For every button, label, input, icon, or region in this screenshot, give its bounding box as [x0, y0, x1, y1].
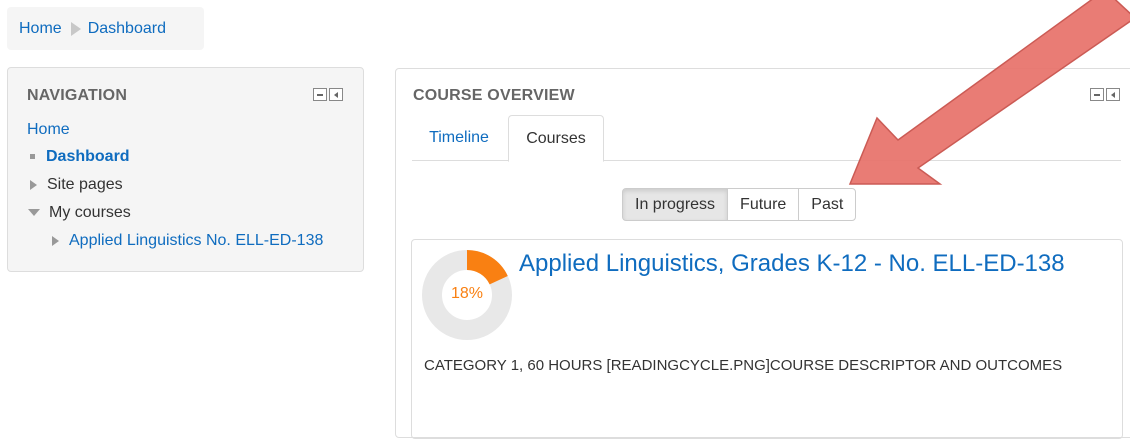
nav-item-site-pages[interactable]: Site pages [30, 176, 123, 194]
course-overview-block-controls [1090, 88, 1120, 101]
nav-home-link[interactable]: Home [27, 121, 70, 139]
tab-courses[interactable]: Courses [508, 115, 604, 162]
nav-item-label: My courses [49, 204, 131, 221]
dock-left-icon[interactable] [1106, 88, 1120, 101]
filter-in-progress-button[interactable]: In progress [622, 188, 729, 221]
progress-percentage: 18% [450, 285, 484, 302]
nav-item-label: Site pages [47, 176, 123, 193]
navigation-block-controls [313, 88, 343, 101]
filter-past-button[interactable]: Past [798, 188, 857, 221]
nav-item-dashboard[interactable]: Dashboard [30, 148, 130, 166]
nav-item-course[interactable]: Applied Linguistics No. ELL-ED-138 [52, 232, 323, 250]
collapse-down-icon [28, 209, 40, 217]
course-overview-tabs: Timeline Courses [412, 115, 1121, 162]
breadcrumb-dashboard-link[interactable]: Dashboard [88, 20, 166, 38]
expand-right-icon [30, 179, 37, 190]
expand-right-icon [52, 235, 59, 246]
nav-item-label: Applied Linguistics No. ELL-ED-138 [69, 232, 324, 249]
breadcrumb-separator-icon [70, 21, 81, 36]
dock-left-icon[interactable] [329, 88, 343, 101]
nav-item-my-courses[interactable]: My courses [28, 204, 131, 222]
course-summary: Category 1, 60 hours [readingcycle.png]C… [424, 357, 1063, 374]
minus-box-icon[interactable] [313, 88, 327, 101]
minus-box-icon[interactable] [1090, 88, 1104, 101]
course-overview-title: COURSE OVERVIEW [413, 87, 575, 104]
breadcrumb-home-link[interactable]: Home [19, 20, 62, 38]
filter-future-button[interactable]: Future [727, 188, 800, 221]
nav-item-label: Dashboard [46, 148, 130, 165]
navigation-title: NAVIGATION [27, 87, 128, 104]
course-filter-group: In progress Future Past [622, 188, 857, 221]
tab-timeline[interactable]: Timeline [412, 115, 506, 161]
breadcrumb: Home Dashboard [7, 7, 204, 50]
course-name-link[interactable]: Applied Linguistics, Grades K-12 - No. E… [519, 250, 1065, 278]
bullet-icon [30, 154, 35, 160]
